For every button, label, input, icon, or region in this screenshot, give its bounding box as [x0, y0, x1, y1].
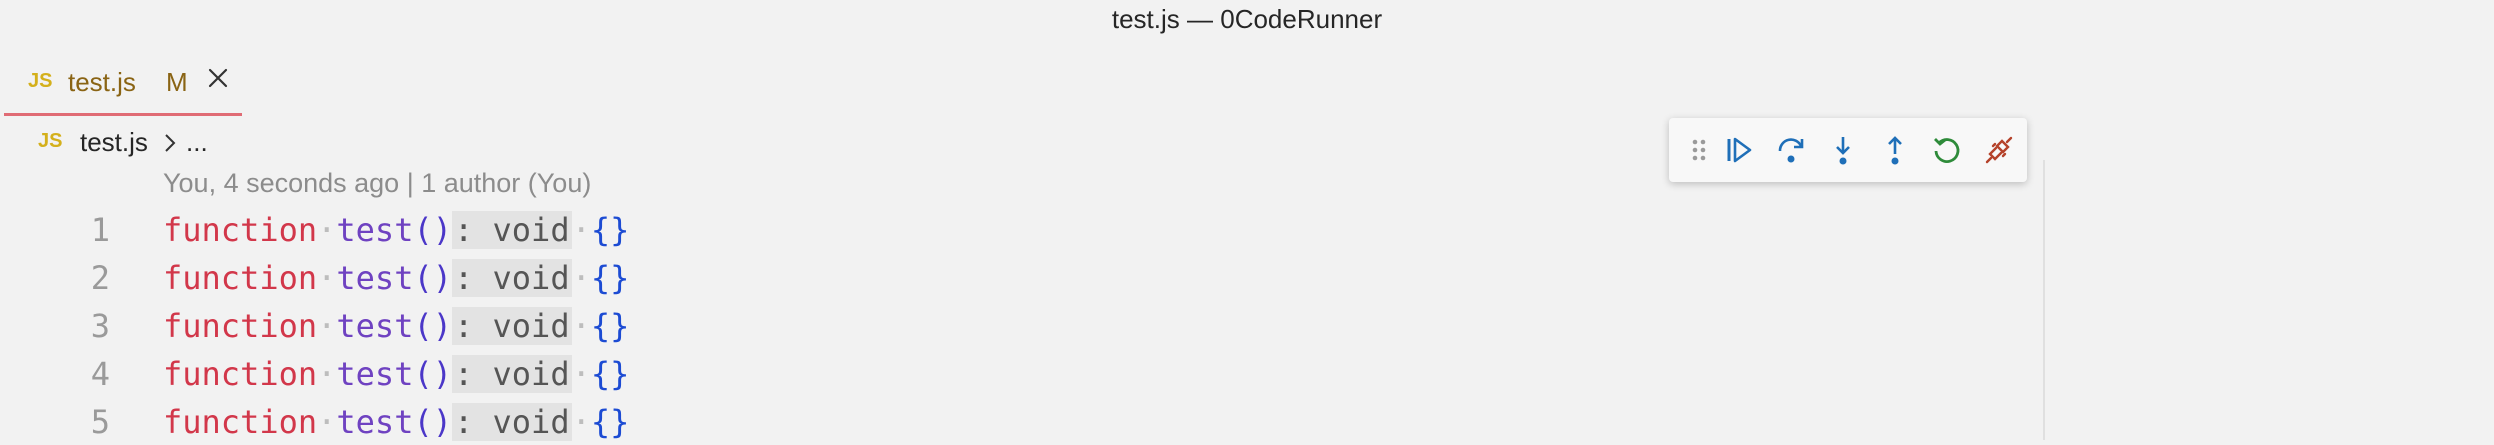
keyword: function	[163, 259, 318, 297]
step-into-icon[interactable]	[1825, 132, 1861, 168]
code-line: 1 function·test(): void·{}	[0, 205, 800, 253]
line-number: 5	[90, 403, 110, 441]
parameter-list: ()	[413, 259, 452, 297]
function-name: test	[336, 355, 414, 393]
javascript-file-icon: JS	[28, 70, 53, 92]
inlay-type-hint: : void	[451, 211, 572, 249]
editor-tab-test-js[interactable]: JS test.js M	[4, 56, 242, 116]
function-body: {}	[590, 259, 630, 297]
code-line: 2 function·test(): void·{}	[0, 253, 800, 301]
breadcrumb-symbols[interactable]: ...	[186, 127, 208, 158]
inlay-type-hint: : void	[451, 355, 572, 393]
step-over-icon[interactable]	[1773, 132, 1809, 168]
step-out-icon[interactable]	[1877, 132, 1913, 168]
code-line: 3 function·test(): void·{}	[0, 301, 800, 349]
gripper-icon[interactable]	[1681, 132, 1717, 168]
breadcrumb-file[interactable]: test.js	[80, 127, 148, 158]
javascript-file-icon: JS	[38, 130, 63, 152]
restart-icon[interactable]	[1929, 132, 1965, 168]
function-body: {}	[590, 211, 630, 249]
line-number: 1	[90, 211, 110, 249]
keyword: function	[163, 211, 318, 249]
function-name: test	[336, 259, 414, 297]
parameter-list: ()	[413, 211, 452, 249]
editor-ruler	[2043, 160, 2045, 440]
parameter-list: ()	[413, 307, 452, 345]
parameter-list: ()	[413, 355, 452, 393]
function-name: test	[336, 307, 414, 345]
line-number: 2	[90, 259, 110, 297]
function-body: {}	[590, 307, 630, 345]
keyword: function	[163, 403, 318, 441]
inlay-type-hint: : void	[451, 403, 572, 441]
window-title: test.js — 0CodeRunner	[1111, 4, 1383, 34]
git-blame-codelens[interactable]: You, 4 seconds ago | 1 author (You)	[163, 168, 591, 199]
parameter-list: ()	[413, 403, 452, 441]
code-line: 4 function·test(): void·{}	[0, 349, 800, 397]
line-number: 4	[90, 355, 110, 393]
close-icon[interactable]	[204, 64, 232, 92]
debug-toolbar	[1669, 118, 2027, 182]
tab-filename: test.js	[68, 67, 136, 97]
chevron-right-icon	[160, 131, 180, 155]
inlay-type-hint: : void	[451, 259, 572, 297]
keyword: function	[163, 355, 318, 393]
line-number: 3	[90, 307, 110, 345]
code-line: 5 function·test(): void·{}	[0, 397, 800, 445]
function-name: test	[336, 403, 414, 441]
keyword: function	[163, 307, 318, 345]
disconnect-icon[interactable]	[1981, 132, 2017, 168]
modified-badge: M	[166, 67, 188, 97]
function-body: {}	[590, 403, 630, 441]
function-name: test	[336, 211, 414, 249]
continue-icon[interactable]	[1721, 132, 1757, 168]
function-body: {}	[590, 355, 630, 393]
inlay-type-hint: : void	[451, 307, 572, 345]
